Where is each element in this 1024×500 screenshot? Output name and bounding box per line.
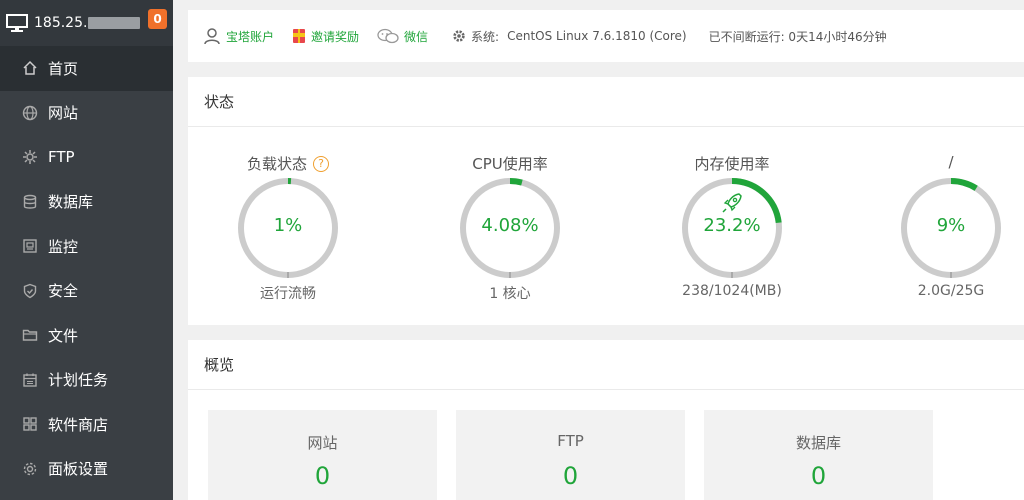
ip-redaction: [88, 17, 141, 29]
status-title: 状态: [188, 77, 1024, 127]
wechat-label: 微信: [404, 29, 429, 44]
home-icon: [21, 59, 39, 77]
gauge-fill-arc: [950, 178, 978, 191]
database-icon: [21, 193, 39, 211]
main-content: 宝塔账户 邀请奖励 微信 系统: CentOS Linux 7.6.1810 (…: [188, 10, 1024, 500]
gauge-title-text: 负载状态: [246, 155, 307, 173]
system-label: 系统:: [471, 29, 500, 44]
invite-label: 邀请奖励: [311, 29, 360, 44]
sidebar-item-label: 安全: [48, 282, 79, 301]
status-panel: 状态 负载状态 ? 1% 运行流畅 CPU使用率 4.08% 1 核心 内存使用…: [188, 77, 1024, 325]
gauge-value: 4.08%: [481, 215, 539, 236]
notification-badge[interactable]: 0: [148, 9, 167, 29]
sidebar-item-label: 计划任务: [48, 371, 109, 390]
ftp-icon: [21, 148, 39, 166]
gauge-title: /: [948, 153, 954, 171]
sidebar-item-files[interactable]: 文件: [0, 313, 173, 358]
overview-card-database[interactable]: 数据库 0: [704, 410, 933, 500]
apps-icon: [21, 415, 39, 433]
overview-panel: 概览 网站 0 FTP 0 数据库 0: [188, 340, 1024, 500]
sidebar-item-label: FTP: [48, 148, 75, 167]
calendar-icon: [21, 371, 39, 389]
gear-icon: [453, 30, 465, 42]
gauges: 负载状态 ? 1% 运行流畅 CPU使用率 4.08% 1 核心 内存使用率 2…: [188, 127, 1024, 324]
server-ip: 185.25.: [34, 15, 88, 31]
overview-card-ftp[interactable]: FTP 0: [456, 410, 685, 500]
sidebar-item-database[interactable]: 数据库: [0, 180, 173, 225]
sidebar-item-monitor[interactable]: 监控: [0, 224, 173, 269]
help-icon[interactable]: ?: [313, 155, 329, 172]
card-value[interactable]: 0: [456, 462, 685, 490]
card-value[interactable]: 0: [704, 462, 933, 490]
top-info-bar: 宝塔账户 邀请奖励 微信 系统: CentOS Linux 7.6.1810 (…: [188, 10, 1024, 62]
gauge-title: CPU使用率: [472, 155, 548, 173]
gear-icon: [21, 460, 39, 478]
shield-icon: [21, 282, 39, 300]
sidebar-item-label: 首页: [48, 59, 79, 78]
sidebar-menu: 首页 网站 FTP 数据库 监控 安全 文件 计划任务 软件商店 面板设置: [0, 46, 173, 491]
rocket-icon[interactable]: [720, 191, 744, 215]
sidebar-item-label: 软件商店: [48, 415, 109, 434]
gauge-subtitle: 2.0G/25G: [917, 283, 985, 299]
gift-icon: [293, 29, 306, 43]
overview-card-website[interactable]: 网站 0: [208, 410, 437, 500]
uptime-text: 已不间断运行: 0天14小时46分钟: [708, 29, 887, 44]
gauge-subtitle: 1 核心: [489, 286, 531, 302]
sidebar-item-label: 网站: [48, 104, 79, 123]
gauge-fill-arc: [509, 178, 523, 186]
sidebar-item-label: 监控: [48, 237, 79, 256]
folder-icon: [21, 326, 39, 344]
sidebar-item-label: 数据库: [48, 193, 94, 212]
gauge-title: 内存使用率: [694, 155, 770, 173]
account-label: 宝塔账户: [226, 29, 275, 44]
monitor-icon: [6, 14, 28, 32]
card-value[interactable]: 0: [208, 462, 437, 490]
sidebar-item-cron[interactable]: 计划任务: [0, 358, 173, 403]
user-icon: [204, 28, 220, 45]
gauge-value: 23.2%: [703, 215, 761, 236]
system-value: CentOS Linux 7.6.1810 (Core): [507, 29, 687, 43]
sidebar-item-store[interactable]: 软件商店: [0, 402, 173, 447]
invite-link[interactable]: 邀请奖励: [292, 28, 359, 45]
sidebar-item-label: 面板设置: [48, 460, 109, 479]
sidebar-item-website[interactable]: 网站: [0, 91, 173, 136]
gauge-title: 负载状态 ?: [188, 153, 388, 174]
sidebar-item-settings[interactable]: 面板设置: [0, 447, 173, 492]
sidebar-item-label: 文件: [48, 326, 79, 345]
sidebar-item-ftp[interactable]: FTP: [0, 135, 173, 180]
globe-icon: [21, 104, 39, 122]
sidebar-item-home[interactable]: 首页: [0, 46, 173, 91]
account-link[interactable]: 宝塔账户: [203, 27, 274, 45]
gauge-value: 1%: [273, 215, 303, 236]
overview-title: 概览: [188, 340, 1024, 390]
overview-cards: 网站 0 FTP 0 数据库 0: [188, 390, 1024, 500]
gauge-value: 9%: [936, 215, 966, 236]
gauge-subtitle: 238/1024(MB): [682, 283, 782, 299]
wechat-link[interactable]: 微信: [377, 28, 428, 45]
wechat-icon: [377, 28, 399, 44]
card-label: 网站: [307, 434, 338, 452]
gauge-subtitle: 运行流畅: [260, 286, 316, 302]
monitor-icon: [21, 237, 39, 255]
system-info: 系统: CentOS Linux 7.6.1810 (Core): [452, 28, 687, 45]
sidebar-item-security[interactable]: 安全: [0, 269, 173, 314]
card-label: FTP: [557, 432, 584, 450]
card-label: 数据库: [795, 434, 841, 452]
sidebar: 185.25. 0 首页 网站 FTP 数据库 监控 安全 文件 计划任务 软件…: [0, 0, 173, 500]
